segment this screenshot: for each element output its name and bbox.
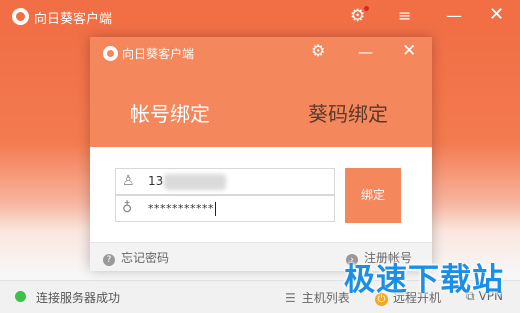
close-icon[interactable]: ✕: [402, 41, 416, 61]
main-titlebar: 向日葵客户端 ⚙ ≡ — ✕: [0, 0, 520, 34]
notification-dot: [364, 6, 370, 11]
user-icon: ♙: [122, 173, 135, 189]
connection-status-text: 连接服务器成功: [36, 291, 121, 305]
tab-code-bind[interactable]: 葵码绑定: [308, 98, 388, 127]
host-list-button[interactable]: ☰ 主机列表: [285, 289, 350, 306]
dialog-header: 向日葵客户端 ⚙ — ✕ 帐号绑定 葵码绑定: [90, 37, 432, 147]
password-field[interactable]: ♁ ***********: [115, 195, 335, 222]
minimize-icon[interactable]: —: [358, 43, 373, 61]
forgot-password-label: 忘记密码: [121, 251, 170, 265]
redacted-text: [164, 174, 226, 190]
tab-account-bind[interactable]: 帐号绑定: [130, 98, 210, 127]
text-caret: [215, 202, 216, 216]
minimize-icon[interactable]: —: [446, 7, 462, 25]
bind-button[interactable]: 绑定: [345, 168, 401, 223]
bind-dialog: 向日葵客户端 ⚙ — ✕ 帐号绑定 葵码绑定 ♙ 13 ♁ **********…: [90, 37, 432, 271]
close-icon[interactable]: ✕: [489, 5, 504, 25]
gear-icon[interactable]: ⚙: [350, 6, 370, 25]
question-icon: ?: [103, 254, 115, 266]
list-icon: ☰: [285, 291, 296, 305]
dialog-title: 向日葵客户端: [122, 47, 195, 61]
main-window-title: 向日葵客户端: [34, 12, 113, 27]
username-value: 13: [148, 174, 164, 188]
lock-icon: ♁: [122, 200, 133, 216]
sunflower-logo-icon: [12, 8, 29, 25]
password-value: ***********: [148, 202, 216, 216]
host-list-label: 主机列表: [301, 291, 350, 305]
dialog-body: ♙ 13 ♁ *********** 绑定: [90, 147, 432, 242]
connection-status-icon: [15, 291, 26, 302]
watermark-logo: 极速下载站: [344, 262, 504, 298]
menu-icon[interactable]: ≡: [398, 7, 411, 25]
sunflower-logo-icon: [103, 46, 118, 61]
forgot-password-link[interactable]: ? 忘记密码: [103, 249, 169, 266]
gear-icon[interactable]: ⚙: [311, 42, 325, 60]
username-field[interactable]: ♙ 13: [115, 168, 335, 195]
